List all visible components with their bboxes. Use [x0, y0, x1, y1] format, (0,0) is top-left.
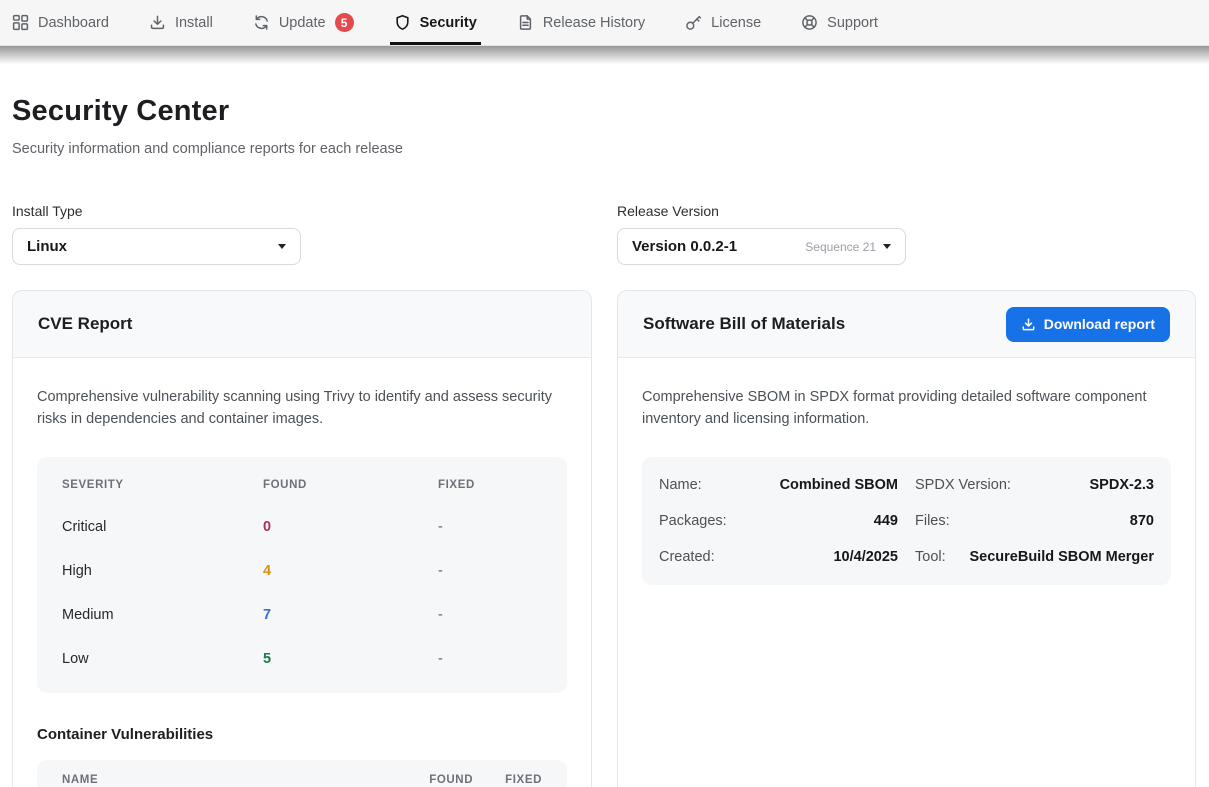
severity-table-header: SEVERITY FOUND FIXED [37, 465, 567, 505]
nav-item-license[interactable]: License [685, 0, 761, 45]
nav-label: Dashboard [38, 15, 109, 31]
cve-report-card: CVE Report Comprehensive vulnerability s… [12, 290, 592, 787]
install-type-group: Install Type Linux [12, 203, 301, 265]
list-item: Name: Combined SBOM [659, 467, 898, 503]
info-value: 870 [1130, 513, 1154, 529]
filters-row: Install Type Linux Release Version Versi… [12, 203, 1197, 265]
list-item: Created: 10/4/2025 [659, 539, 898, 575]
cve-card-body: Comprehensive vulnerability scanning usi… [13, 358, 591, 787]
severity-found-count: 4 [263, 563, 438, 579]
info-value: Combined SBOM [780, 477, 898, 493]
page-content: Security Center Security information and… [0, 95, 1209, 787]
dashboard-icon [12, 14, 29, 31]
sbom-card-header: Software Bill of Materials Download repo… [618, 291, 1195, 358]
refresh-icon [253, 14, 270, 31]
severity-col-header: SEVERITY [62, 479, 263, 491]
sbom-card-title: Software Bill of Materials [643, 314, 845, 334]
shield-icon [394, 14, 411, 31]
download-icon [1021, 317, 1036, 332]
release-version-label: Release Version [617, 203, 906, 219]
severity-found-count: 7 [263, 607, 438, 623]
cve-description: Comprehensive vulnerability scanning usi… [37, 387, 567, 430]
nav-label: Install [175, 15, 213, 31]
lifebuoy-icon [801, 14, 818, 31]
nav-item-support[interactable]: Support [801, 0, 878, 45]
sbom-info-grid: Name: Combined SBOM SPDX Version: SPDX-2… [642, 457, 1171, 585]
nav-label: License [711, 15, 761, 31]
chevron-down-icon [883, 244, 891, 249]
info-label: Name: [659, 477, 702, 493]
download-report-button[interactable]: Download report [1006, 307, 1170, 342]
cve-card-title: CVE Report [38, 314, 132, 334]
severity-table: SEVERITY FOUND FIXED Critical 0 - High 4… [37, 457, 567, 693]
nav-label: Security [420, 15, 477, 31]
info-value: 449 [874, 513, 898, 529]
container-vulnerabilities-table-header: NAME FOUND FIXED [37, 760, 567, 787]
cards-row: CVE Report Comprehensive vulnerability s… [12, 290, 1197, 787]
found-col-header: FOUND [429, 774, 473, 786]
name-col-header: NAME [62, 774, 429, 786]
top-navigation: Dashboard Install Update 5 Security [0, 0, 1209, 46]
nav-label: Release History [543, 15, 645, 31]
table-row: Medium 7 - [37, 593, 567, 637]
info-label: Packages: [659, 513, 727, 529]
nav-label: Update [279, 15, 326, 31]
install-type-select[interactable]: Linux [12, 228, 301, 265]
severity-name: Critical [62, 519, 263, 535]
info-value: 10/4/2025 [833, 549, 898, 565]
list-item: Tool: SecureBuild SBOM Merger [915, 539, 1154, 575]
info-label: SPDX Version: [915, 477, 1011, 493]
nav-label: Support [827, 15, 878, 31]
update-count-badge: 5 [335, 13, 354, 32]
table-row: Low 5 - [37, 637, 567, 681]
info-value: SecureBuild SBOM Merger [969, 549, 1154, 565]
page-title: Security Center [12, 95, 1197, 128]
release-version-select[interactable]: Version 0.0.2-1 Sequence 21 [617, 228, 906, 265]
found-col-header: FOUND [263, 479, 438, 491]
severity-name: Medium [62, 607, 263, 623]
nav-item-release-history[interactable]: Release History [517, 0, 645, 45]
release-version-group: Release Version Version 0.0.2-1 Sequence… [617, 203, 906, 265]
list-item: SPDX Version: SPDX-2.3 [915, 467, 1154, 503]
severity-found-count: 0 [263, 519, 438, 535]
cve-card-header: CVE Report [13, 291, 591, 358]
severity-fixed-count: - [438, 519, 542, 535]
fixed-col-header: FIXED [438, 479, 542, 491]
key-icon [685, 14, 702, 31]
info-label: Files: [915, 513, 950, 529]
nav-item-security[interactable]: Security [394, 0, 477, 45]
page-subtitle: Security information and compliance repo… [12, 141, 1197, 157]
chevron-down-icon [278, 244, 286, 249]
install-type-value: Linux [27, 238, 278, 255]
release-version-value: Version 0.0.2-1 [632, 238, 805, 255]
nav-scroll-shadow [0, 46, 1209, 64]
severity-fixed-count: - [438, 607, 542, 623]
sbom-card: Software Bill of Materials Download repo… [617, 290, 1196, 787]
download-report-label: Download report [1044, 316, 1155, 332]
info-label: Tool: [915, 549, 946, 565]
severity-found-count: 5 [263, 651, 438, 667]
severity-fixed-count: - [438, 563, 542, 579]
table-row: Critical 0 - [37, 505, 567, 549]
table-row: High 4 - [37, 549, 567, 593]
fixed-col-header: FIXED [505, 774, 542, 786]
info-value: SPDX-2.3 [1090, 477, 1154, 493]
info-label: Created: [659, 549, 715, 565]
nav-item-dashboard[interactable]: Dashboard [12, 0, 109, 45]
sbom-card-body: Comprehensive SBOM in SPDX format provid… [618, 358, 1195, 614]
sequence-note: Sequence 21 [805, 240, 876, 254]
nav-item-install[interactable]: Install [149, 0, 213, 45]
severity-fixed-count: - [438, 651, 542, 667]
severity-name: High [62, 563, 263, 579]
document-icon [517, 14, 534, 31]
sbom-description: Comprehensive SBOM in SPDX format provid… [642, 387, 1171, 430]
list-item: Files: 870 [915, 503, 1154, 539]
list-item: Packages: 449 [659, 503, 898, 539]
download-icon [149, 14, 166, 31]
install-type-label: Install Type [12, 203, 301, 219]
nav-item-update[interactable]: Update 5 [253, 0, 354, 45]
container-vulnerabilities-heading: Container Vulnerabilities [37, 726, 567, 743]
severity-name: Low [62, 651, 263, 667]
